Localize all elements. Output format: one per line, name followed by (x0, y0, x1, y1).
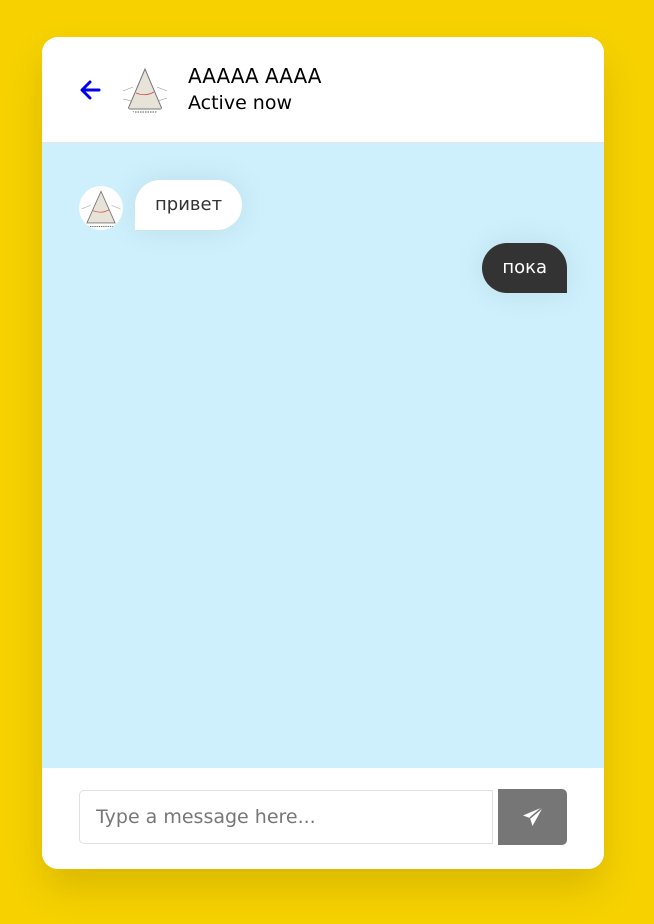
contact-name: AAAAA AAAA (188, 63, 322, 88)
header-details: AAAAA AAAA Active now (188, 63, 321, 117)
back-button[interactable] (76, 76, 104, 104)
contact-status: Active now (188, 91, 293, 114)
avatar (79, 186, 123, 230)
send-button[interactable] (498, 789, 567, 845)
chat-box[interactable]: привет пока (42, 143, 604, 768)
chat-window: AAAAA AAAA Active now привет пока (42, 37, 604, 869)
chat-header: AAAAA AAAA Active now (42, 37, 604, 143)
typing-area (42, 768, 604, 869)
incoming-message: привет (79, 180, 243, 230)
message-input[interactable] (79, 790, 493, 844)
paper-plane-icon (522, 806, 543, 826)
message-bubble-outgoing: пока (482, 243, 567, 293)
message-bubble-incoming: привет (135, 180, 243, 230)
avatar (120, 64, 170, 115)
outgoing-message: пока (482, 243, 567, 293)
arrow-left-icon (80, 80, 101, 99)
